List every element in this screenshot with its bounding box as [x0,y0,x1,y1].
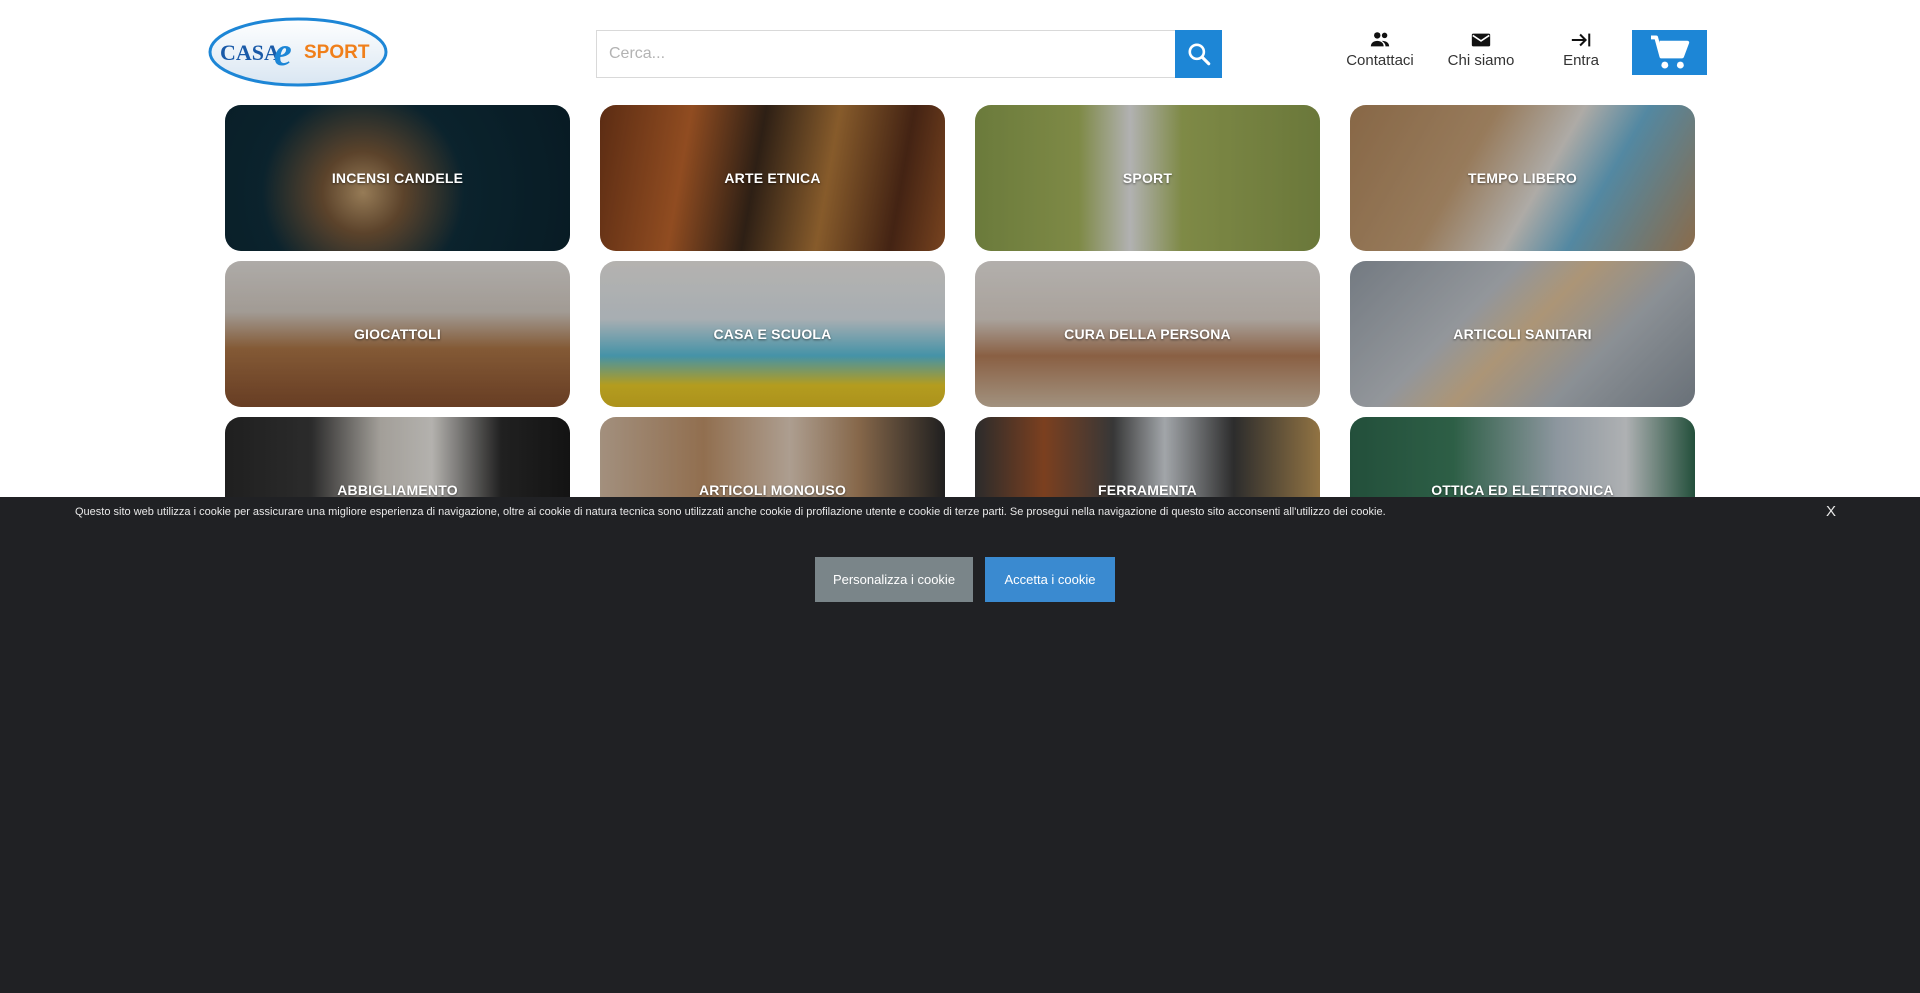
svg-text:CASA: CASA [220,40,280,65]
category-label: ABBIGLIAMENTO [337,482,458,498]
category-label: TEMPO LIBERO [1468,170,1577,186]
search-icon [1187,43,1210,66]
svg-text:e: e [274,29,292,74]
category-label: CASA E SCUOLA [713,326,832,342]
category-tile-cura-della-persona[interactable]: CURA DELLA PERSONA [975,261,1320,407]
category-tile-giocattoli[interactable]: GIOCATTOLI [225,261,570,407]
category-label: SPORT [1122,170,1173,186]
cart-button[interactable] [1632,30,1707,75]
nav-contattaci-label: Contattaci [1346,52,1414,69]
category-label: GIOCATTOLI [353,326,442,342]
cookie-message: Questo sito web utilizza i cookie per as… [75,506,1386,518]
customize-cookies-button[interactable]: Personalizza i cookie [815,557,973,602]
site-header: CASA e SPORT Contattaci Chi siamo [0,0,1920,105]
search-button[interactable] [1175,30,1222,78]
category-tile-tempo-libero[interactable]: TEMPO LIBERO [1350,105,1695,251]
category-tile-sport[interactable]: SPORT [975,105,1320,251]
category-tile-casa-e-scuola[interactable]: CASA E SCUOLA [600,261,945,407]
site-logo[interactable]: CASA e SPORT [208,17,388,87]
mail-icon [1471,33,1491,47]
svg-text:SPORT: SPORT [304,42,370,63]
nav-entra-label: Entra [1563,52,1599,69]
category-label: CURA DELLA PERSONA [1064,326,1231,342]
category-tile-arte-etnica[interactable]: ARTE ETNICA [600,105,945,251]
accept-cookies-button[interactable]: Accetta i cookie [985,557,1115,602]
category-tile-incensi-candele[interactable]: INCENSI CANDELE [225,105,570,251]
logo-graphic: CASA e SPORT [208,17,388,87]
nav-contattaci[interactable]: Contattaci [1340,30,1420,74]
category-label: FERRAMENTA [1098,482,1197,498]
category-label: INCENSI CANDELE [331,170,464,186]
category-label: ARTICOLI MONOUSO [698,482,847,498]
search-bar [596,30,1222,78]
category-tile-articoli-sanitari[interactable]: ARTICOLI SANITARI [1350,261,1695,407]
cart-icon [1650,35,1689,69]
category-label: ARTICOLI SANITARI [1453,326,1592,342]
people-icon [1370,32,1390,47]
search-input[interactable] [596,30,1175,78]
cookie-banner: Questo sito web utilizza i cookie per as… [0,497,1920,993]
category-label: OTTICA ED ELETTRONICA [1431,482,1614,498]
nav-chi-siamo[interactable]: Chi siamo [1440,30,1522,74]
login-icon [1571,33,1591,47]
nav-chi-siamo-label: Chi siamo [1447,52,1515,69]
cookie-close-button[interactable]: X [1826,503,1836,520]
category-label: ARTE ETNICA [724,170,821,186]
nav-entra[interactable]: Entra [1546,30,1616,74]
